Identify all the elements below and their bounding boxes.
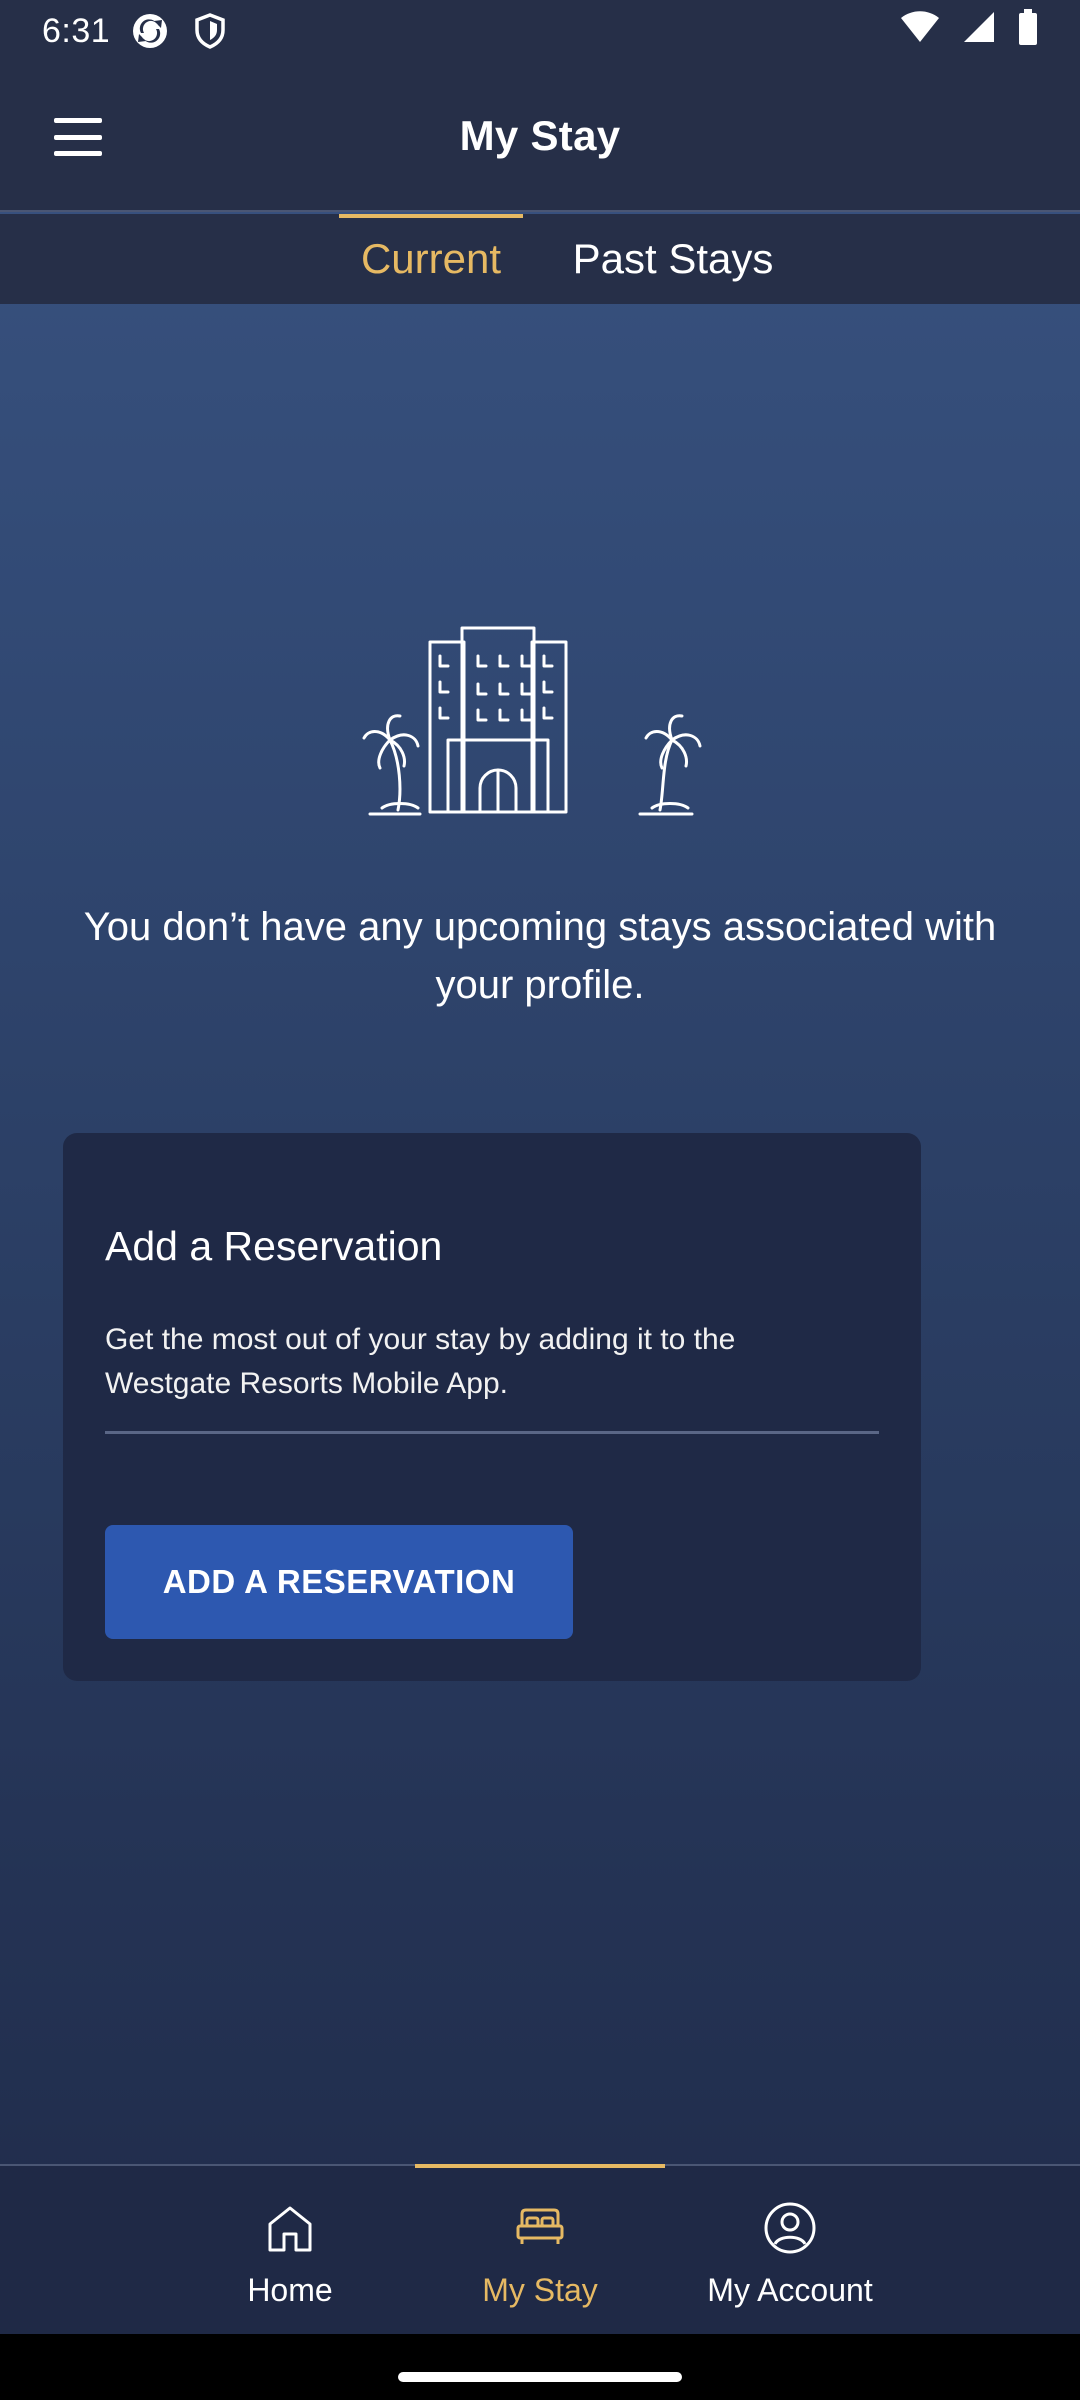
stay-tabs: Current Past Stays [0, 214, 1080, 304]
hotel-palm-trees-icon [360, 610, 720, 830]
nav-item-my-account[interactable]: My Account [665, 2166, 915, 2336]
wifi-icon [900, 10, 940, 53]
nav-label-home: Home [247, 2272, 333, 2308]
add-reservation-button[interactable]: ADD A RESERVATION [105, 1525, 573, 1639]
card-divider [105, 1431, 879, 1434]
battery-icon [1018, 8, 1038, 54]
bed-icon [512, 2200, 568, 2256]
hamburger-menu-icon[interactable] [50, 112, 106, 162]
tab-current[interactable]: Current [339, 214, 523, 304]
status-right-icons [900, 8, 1038, 54]
card-description: Get the most out of your stay by adding … [105, 1323, 736, 1400]
signal-icon [962, 10, 996, 53]
account-icon [762, 2200, 818, 2256]
nav-item-my-stay[interactable]: My Stay [415, 2164, 665, 2336]
tab-past-stays[interactable]: Past Stays [563, 214, 783, 304]
status-time: 6:31 [42, 11, 111, 50]
empty-state-message: You don’t have any upcoming stays associ… [83, 905, 997, 1007]
shield-icon [190, 11, 230, 51]
nav-item-home[interactable]: Home [165, 2166, 415, 2336]
page-title: My Stay [459, 112, 621, 159]
status-bar: 6:31 [0, 0, 1080, 62]
bottom-nav: Home My Stay My Account [0, 2164, 1080, 2334]
home-indicator[interactable] [398, 2372, 682, 2382]
system-nav-bar [0, 2334, 1080, 2400]
nav-label-my-account: My Account [707, 2272, 873, 2308]
add-reservation-card: Add a Reservation Get the most out of yo… [63, 1133, 921, 1681]
nav-label-my-stay: My Stay [482, 2272, 598, 2308]
card-title: Add a Reservation [105, 1223, 443, 1269]
app-bar: My Stay [0, 62, 1080, 212]
sync-icon [130, 11, 170, 51]
my-stay-screen: 6:31 My Stay Current Past Stays You don’… [0, 0, 1080, 2400]
home-icon [262, 2200, 318, 2256]
